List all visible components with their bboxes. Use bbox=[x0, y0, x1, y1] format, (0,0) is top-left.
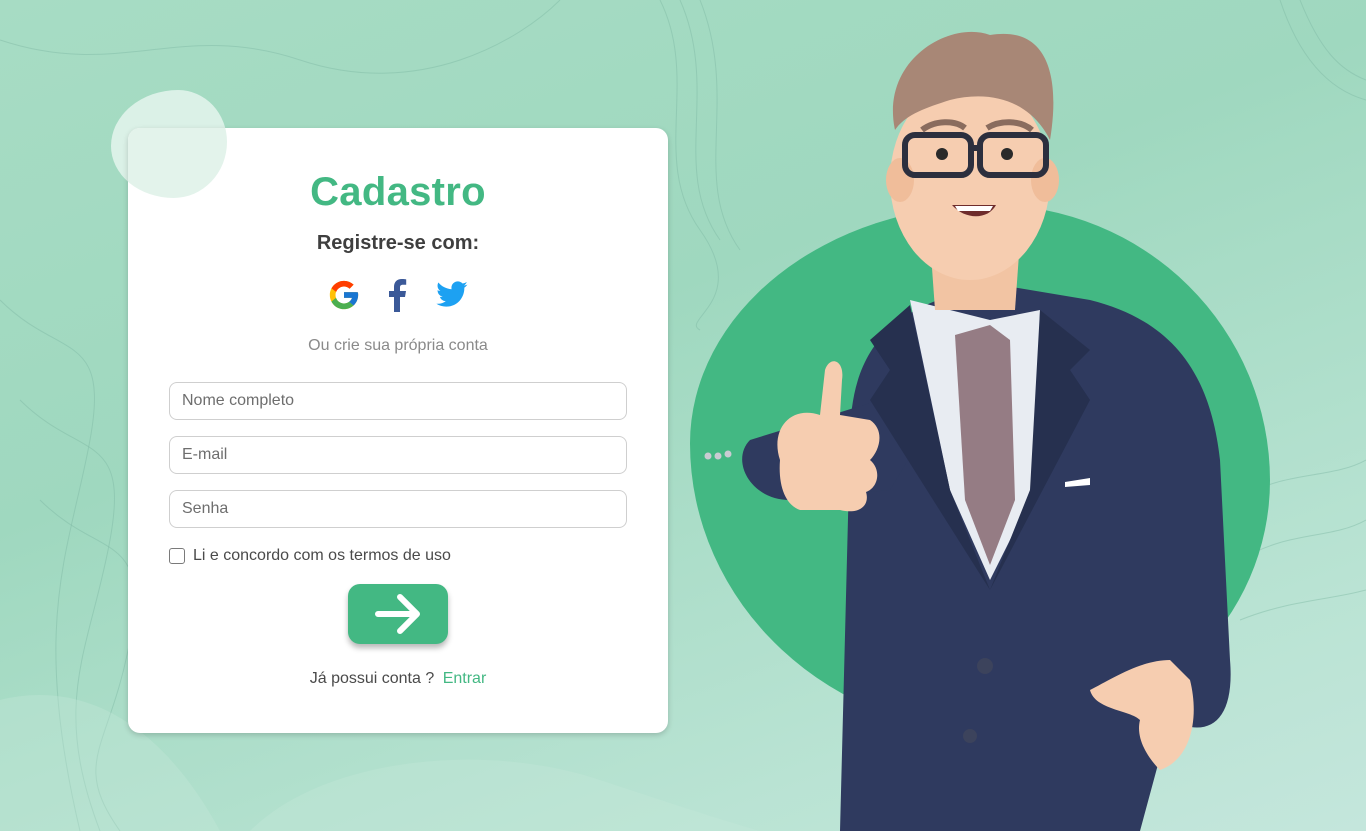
login-link[interactable]: Entrar bbox=[443, 670, 487, 687]
google-icon[interactable] bbox=[327, 278, 361, 312]
password-field[interactable] bbox=[169, 490, 627, 528]
social-prompt: Registre-se com: bbox=[316, 232, 480, 254]
terms-label: Li e concordo com os termos de uso bbox=[193, 547, 451, 564]
page-title: Cadastro bbox=[310, 170, 486, 214]
businessman-illustration bbox=[704, 31, 1231, 831]
facebook-icon[interactable] bbox=[381, 278, 415, 312]
login-prompt: Já possui conta ? Entrar bbox=[128, 670, 668, 688]
email-field[interactable] bbox=[169, 436, 627, 474]
divider-text: Ou crie sua própria conta bbox=[308, 337, 488, 354]
name-field[interactable] bbox=[169, 382, 627, 420]
terms-checkbox[interactable] bbox=[169, 548, 185, 564]
login-question: Já possui conta ? bbox=[309, 670, 435, 687]
arrow-right-icon bbox=[375, 594, 420, 634]
signup-card: Cadastro Registre-se com: Ou crie sua pr… bbox=[128, 128, 668, 733]
submit-button[interactable] bbox=[348, 584, 448, 644]
twitter-icon[interactable] bbox=[435, 278, 469, 312]
social-login-row bbox=[128, 278, 668, 312]
